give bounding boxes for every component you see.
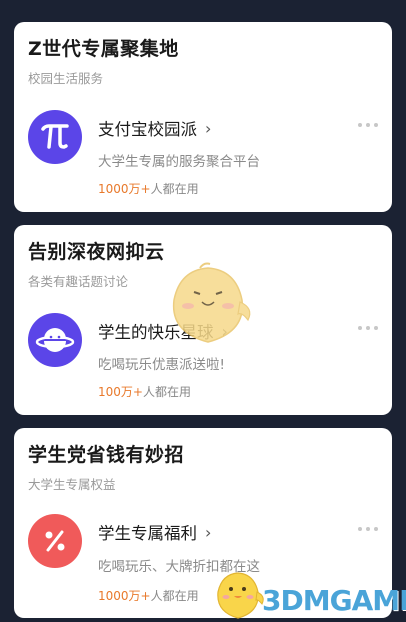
users-count: 1000万+ [98,589,151,603]
card-campus-services[interactable]: Z世代专属聚集地 校园生活服务 支付宝校园派 › 大学生专属的服务聚合平台 10… [14,22,392,212]
app-name: 支付宝校园派 [98,120,197,139]
app-name-link[interactable]: 学生专属福利 › [98,520,211,544]
more-options-icon[interactable] [358,122,378,128]
app-name-link[interactable]: 支付宝校园派 › [98,116,211,140]
app-description: 大学生专属的服务聚合平台 [98,154,260,170]
chevron-right-icon: › [205,118,212,138]
users-count: 100万+ [98,385,143,399]
watermark-text: 3DMGAME [262,584,406,617]
app-name: 学生专属福利 [98,524,197,543]
card-subtitle: 大学生专属权益 [28,477,116,492]
users-suffix: 人都在用 [142,385,191,399]
pi-icon[interactable] [28,110,82,164]
app-users: 1000万+人都在用 [98,180,199,197]
chevron-right-icon: › [205,522,212,542]
card-title: Z世代专属聚集地 [28,38,179,60]
app-users: 100万+人都在用 [98,383,191,400]
users-count: 1000万+ [98,182,151,196]
card-subtitle: 校园生活服务 [28,71,104,86]
app-users: 1000万+人都在用 [98,587,199,604]
app-description: 吃喝玩乐优惠派送啦! [98,357,225,373]
card-subtitle: 各类有趣话题讨论 [28,274,129,289]
more-options-icon[interactable] [358,526,378,532]
percent-icon[interactable] [28,514,82,568]
users-suffix: 人都在用 [150,182,199,196]
planet-icon[interactable] [28,313,82,367]
card-title: 学生党省钱有妙招 [28,444,185,466]
bird-mascot-logo-icon [217,572,264,619]
more-options-icon[interactable] [358,325,378,331]
card-title: 告别深夜网抑云 [28,241,165,263]
users-suffix: 人都在用 [150,589,199,603]
bird-mascot-watermark-icon [172,262,251,343]
